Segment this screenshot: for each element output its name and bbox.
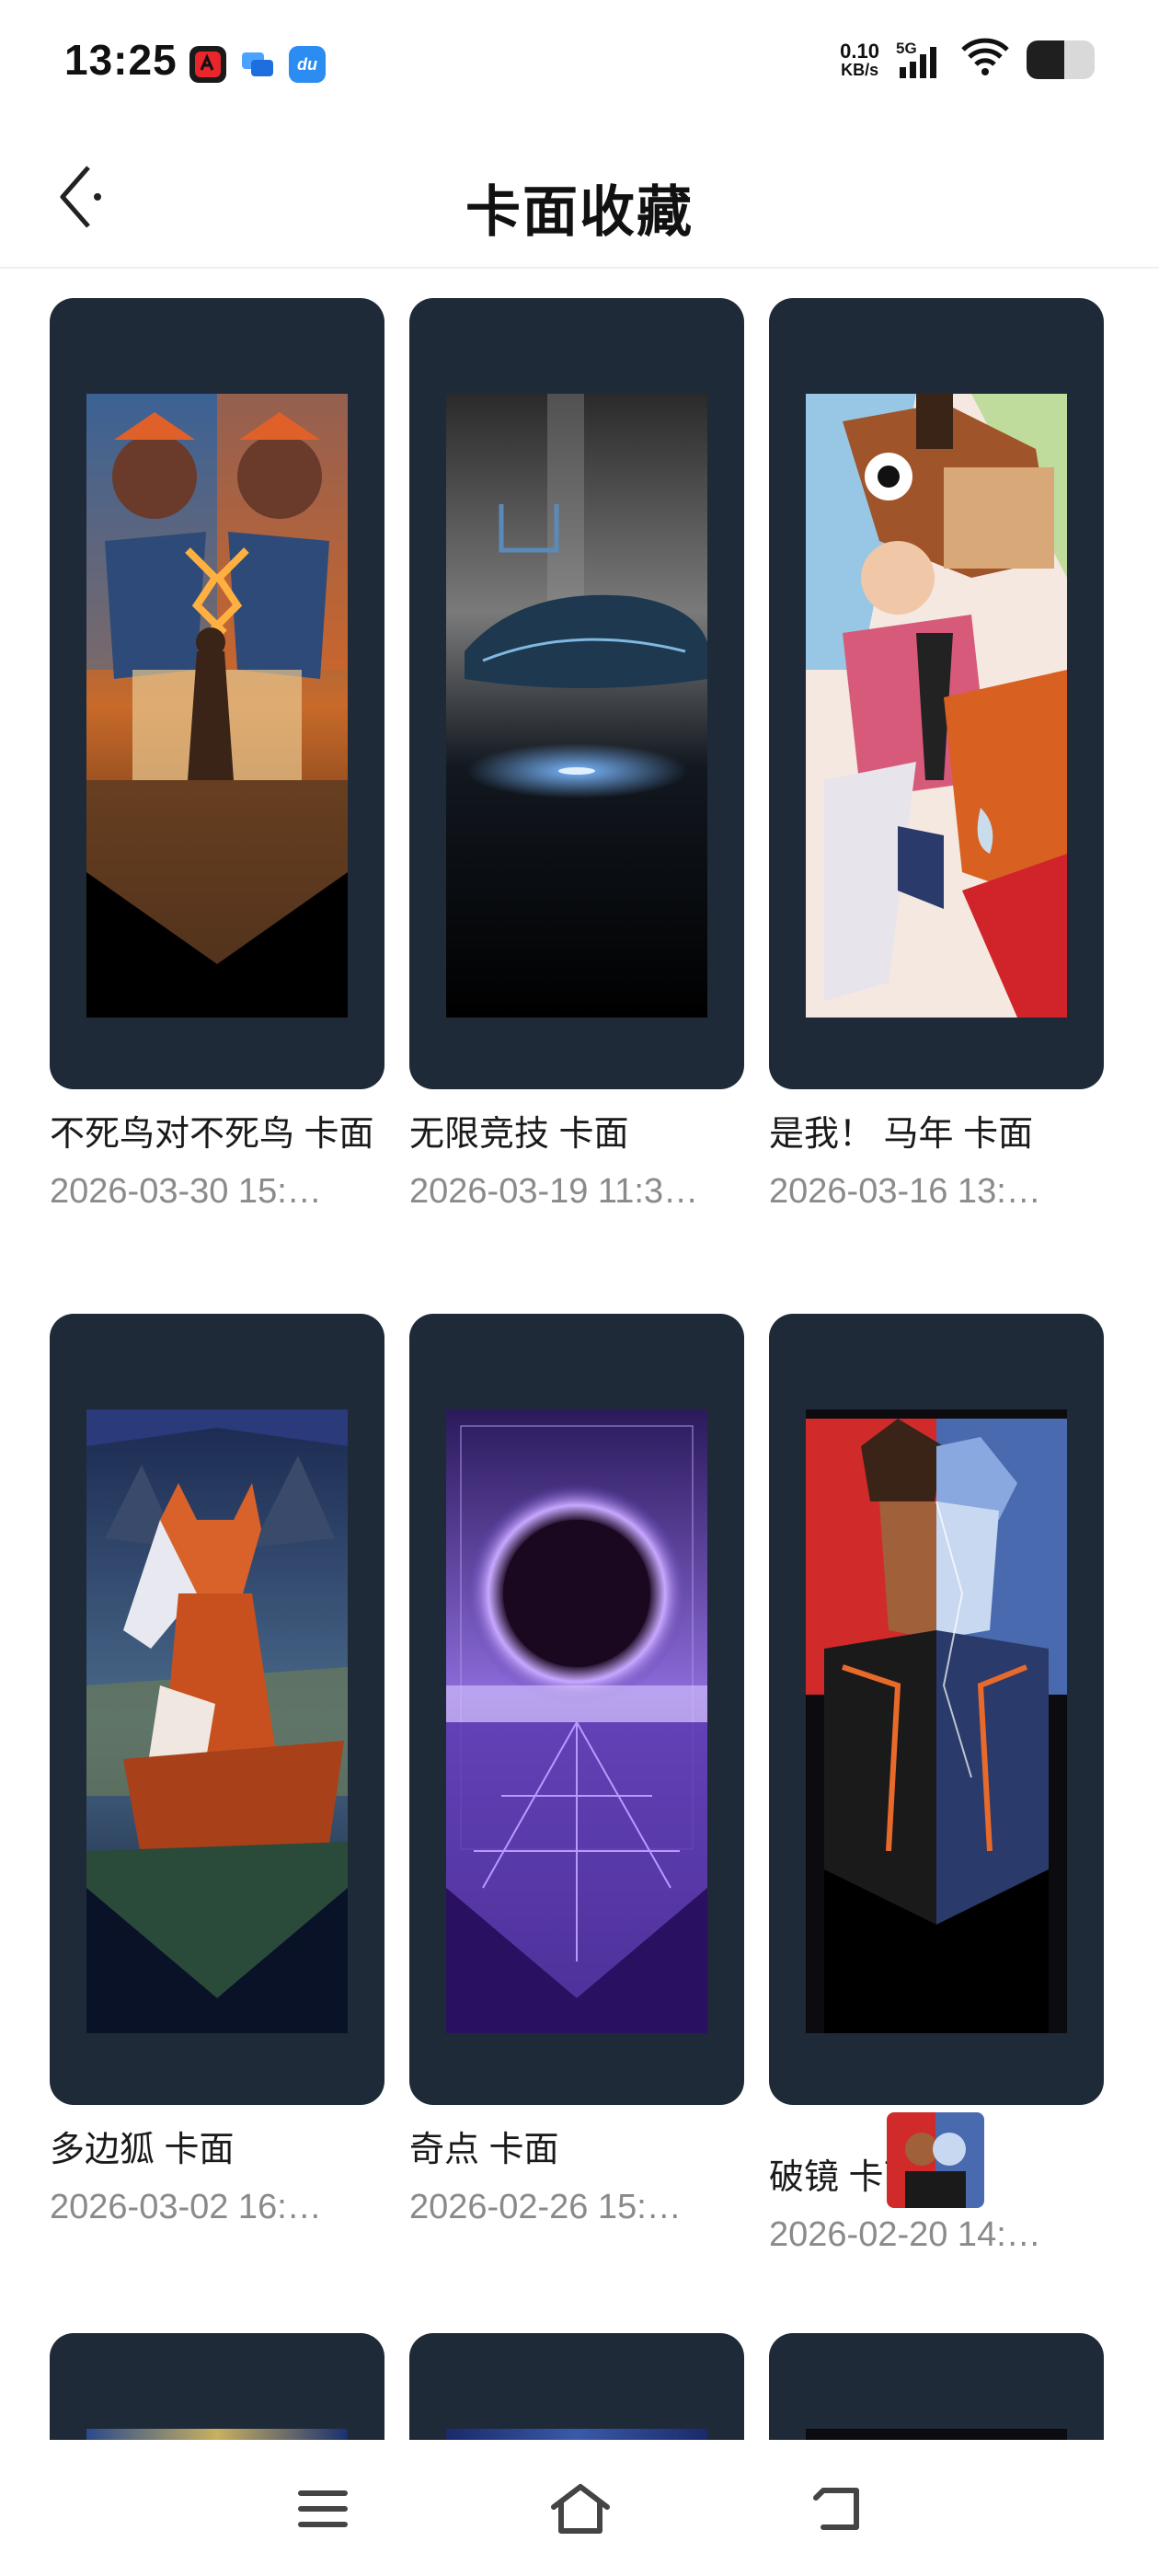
net-speed: 0.10 KB/s [840,39,879,79]
card-name: 无限竞技 卡面 [409,1115,629,1154]
card-art-phoenix [86,394,348,1018]
card-frame[interactable] [409,298,744,1089]
card-name: 是我！ 马年 卡面 [769,1115,1034,1154]
card-frame[interactable] [409,1314,744,2105]
card-name: 多边狐 卡面 [50,2131,235,2169]
card-date: 2026-03-19 11:3… [409,1172,699,1211]
card-frame[interactable] [769,298,1104,1089]
battery-fill [1027,40,1064,79]
system-nav-bar [0,2440,1159,2576]
card-art-fox [86,1409,348,2033]
card-date: 2026-02-26 15:… [409,2188,682,2226]
battery-icon [1027,40,1095,79]
wifi-icon [960,37,1010,82]
card-date: 2026-03-30 15:… [50,1172,322,1211]
header: 卡面收藏 [0,125,1159,269]
card-name: 奇点 卡面 [409,2131,559,2169]
card-date: 2026-02-20 14:… [769,2215,1041,2254]
card-item[interactable]: 破镜 卡面 2026-02-20 14:… [769,1314,1104,2256]
card-art-horse [806,394,1067,1018]
home-icon[interactable] [539,2467,622,2550]
card-name: 不死鸟对不死鸟 卡面 [50,1115,374,1154]
card-item[interactable]: 不死鸟对不死鸟 卡面 2026-03-30 15:… [50,298,384,1213]
card-frame[interactable] [50,1314,384,2105]
back-nav-icon[interactable] [797,2467,879,2550]
chat-icon [239,46,276,83]
app-icon-red [189,46,226,83]
menu-icon[interactable] [281,2467,364,2550]
status-app-icons: du [189,46,326,83]
card-date: 2026-03-16 13:… [769,1172,1041,1211]
card-item[interactable]: 奇点 卡面 2026-02-26 15:… [409,1314,744,2228]
du-app-icon: du [289,46,326,83]
status-bar: 13:25 du 0.10 KB/s 5G [0,0,1159,125]
card-item[interactable]: 是我！ 马年 卡面 2026-03-16 13:… [769,298,1104,1213]
page-title: 卡面收藏 [465,181,694,243]
card-frame[interactable] [769,1314,1104,2105]
preview-thumbnail[interactable] [887,2112,984,2208]
card-art-singularity [446,1409,707,2033]
signal-icon: 5G [896,40,944,80]
card-art-broken-mirror [806,1409,1067,2033]
card-art-racing [446,394,707,1018]
status-indicators: 0.10 KB/s 5G [840,37,1095,82]
status-time: 13:25 [64,36,178,84]
card-date: 2026-03-02 16:… [50,2188,322,2226]
card-item[interactable]: 无限竞技 卡面 2026-03-19 11:3… [409,298,744,1213]
card-item[interactable]: 多边狐 卡面 2026-03-02 16:… [50,1314,384,2228]
card-frame[interactable] [50,298,384,1089]
